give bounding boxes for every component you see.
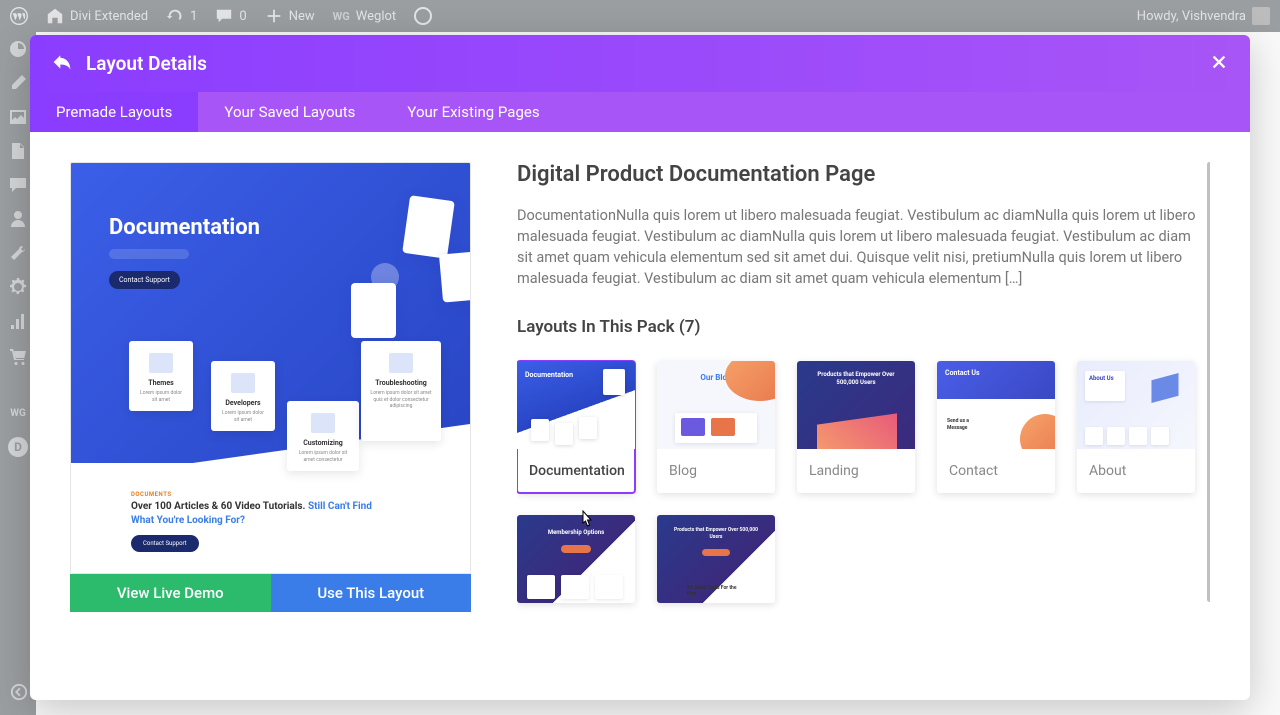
pack-label: Contact: [937, 449, 1055, 493]
layout-title: Digital Product Documentation Page: [517, 162, 1210, 187]
modal-header: Layout Details: [30, 35, 1250, 92]
pack-card-membership[interactable]: [517, 515, 635, 603]
tab-premade[interactable]: Premade Layouts: [30, 92, 198, 132]
modal-title: Layout Details: [86, 52, 207, 75]
preview-hero-title: Documentation: [109, 215, 260, 240]
pack-heading: Layouts In This Pack (7): [517, 317, 1210, 337]
layout-modal: Layout Details Premade Layouts Your Save…: [30, 35, 1250, 700]
tab-existing[interactable]: Your Existing Pages: [381, 92, 565, 132]
tab-saved[interactable]: Your Saved Layouts: [198, 92, 381, 132]
pack-grid: Documentation Blog Landing Send us aMess…: [517, 361, 1210, 603]
pack-label: Landing: [797, 449, 915, 493]
pack-label: Blog: [657, 449, 775, 493]
pack-card-contact[interactable]: Send us aMessage Contact: [937, 361, 1055, 493]
thumb-doc: [517, 361, 635, 449]
thumb-blog: [657, 361, 775, 449]
layout-preview-image: Documentation Contact Support ThemesLore…: [70, 162, 471, 574]
use-this-layout-button[interactable]: Use This Layout: [271, 574, 472, 612]
modal-body: Documentation Contact Support ThemesLore…: [30, 132, 1250, 700]
preview-column: Documentation Contact Support ThemesLore…: [70, 162, 471, 670]
pack-card-home[interactable]: We Build Tools For the Web: [657, 515, 775, 603]
pack-card-landing[interactable]: Landing: [797, 361, 915, 493]
pack-card-about[interactable]: About Us About: [1077, 361, 1195, 493]
pack-card-documentation[interactable]: Documentation: [517, 361, 635, 493]
thumb-landing: [797, 361, 915, 449]
thumb-contact: Send us aMessage: [937, 361, 1055, 449]
thumb-about: About Us: [1077, 361, 1195, 449]
pack-label: Documentation: [517, 449, 635, 493]
details-column: Digital Product Documentation Page Docum…: [517, 162, 1210, 670]
back-button[interactable]: [52, 52, 72, 76]
pack-label: About: [1077, 449, 1195, 493]
preview-contact-btn: Contact Support: [109, 271, 180, 289]
layout-description: DocumentationNulla quis lorem ut libero …: [517, 205, 1210, 289]
scrollbar[interactable]: [1207, 162, 1210, 602]
modal-tabs: Premade Layouts Your Saved Layouts Your …: [30, 92, 1250, 132]
view-live-demo-button[interactable]: View Live Demo: [70, 574, 271, 612]
close-button[interactable]: [1210, 53, 1228, 75]
preview-buttons: View Live Demo Use This Layout: [70, 574, 471, 612]
pack-card-blog[interactable]: Blog: [657, 361, 775, 493]
thumb-membership: [517, 515, 635, 603]
thumb-home: We Build Tools For the Web: [657, 515, 775, 603]
